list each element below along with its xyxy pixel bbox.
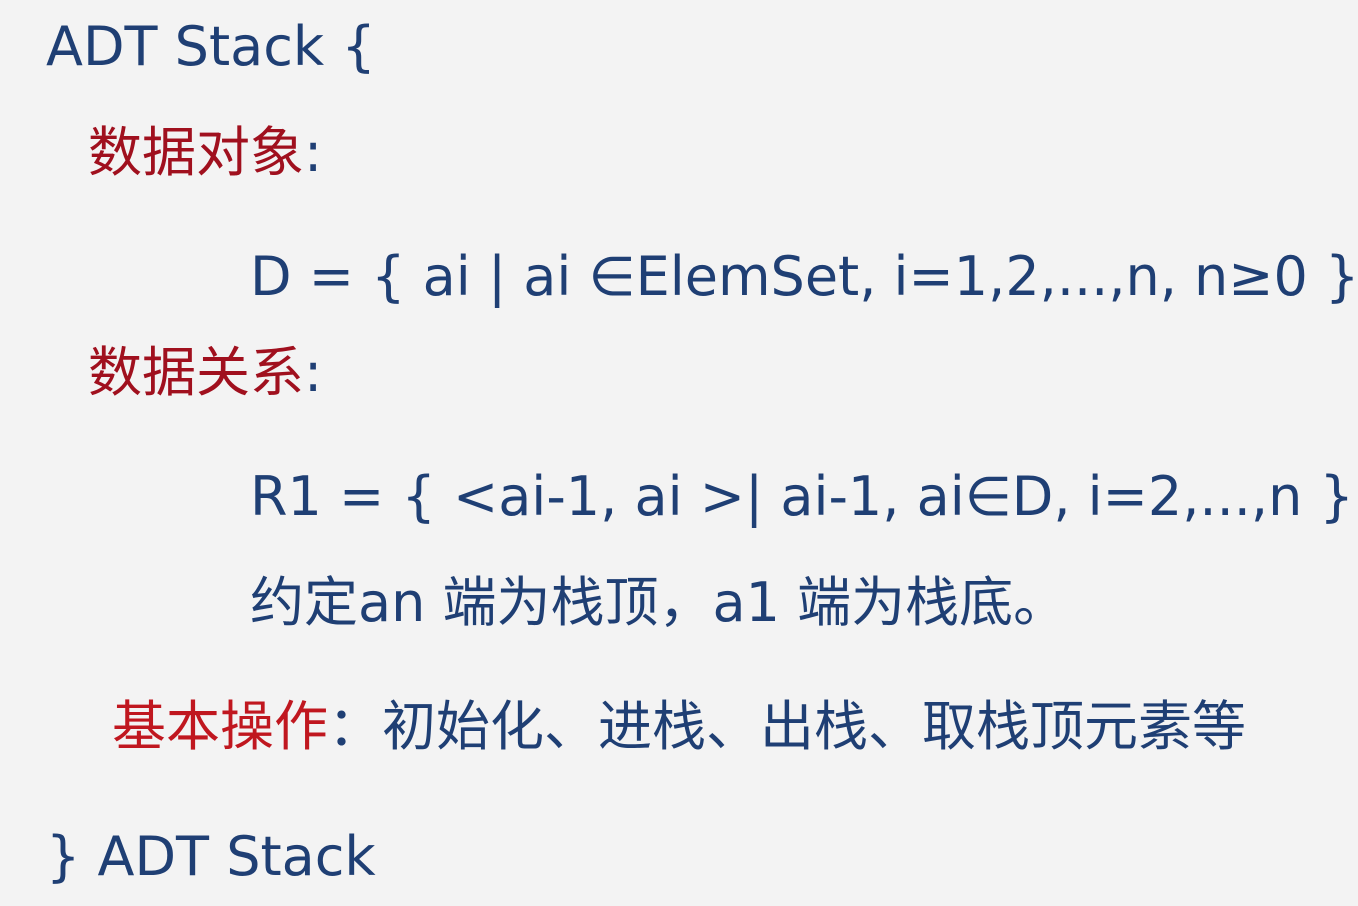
data-object-colon: : <box>304 121 323 184</box>
data-relation-heading: 数据关系: <box>88 346 322 400</box>
data-object-label: 数据对象 <box>88 121 304 184</box>
slide: { "header": { "adt_open": "ADT Stack {" … <box>0 0 1358 906</box>
adt-header: ADT Stack { <box>46 15 376 78</box>
basic-operations-line: 基本操作：初始化、进栈、出栈、取栈顶元素等 <box>112 700 1246 754</box>
data-object-definition: D = { ai | ai ∈ElemSet, i=1,2,...,n, n≥0… <box>250 245 1358 308</box>
adt-footer: } ADT Stack <box>46 825 376 888</box>
data-object-heading: 数据对象: <box>88 126 322 180</box>
stack-convention: 约定an 端为栈顶，a1 端为栈底。 <box>250 571 1068 634</box>
basic-operations-label: 基本操作 <box>112 695 328 758</box>
basic-operations-text: ：初始化、进栈、出栈、取栈顶元素等 <box>328 695 1246 758</box>
data-relation-definition: R1 = { <ai-1, ai >| ai-1, ai∈D, i=2,...,… <box>250 465 1354 528</box>
data-relation-label: 数据关系 <box>88 341 304 404</box>
data-relation-colon: : <box>304 341 323 404</box>
